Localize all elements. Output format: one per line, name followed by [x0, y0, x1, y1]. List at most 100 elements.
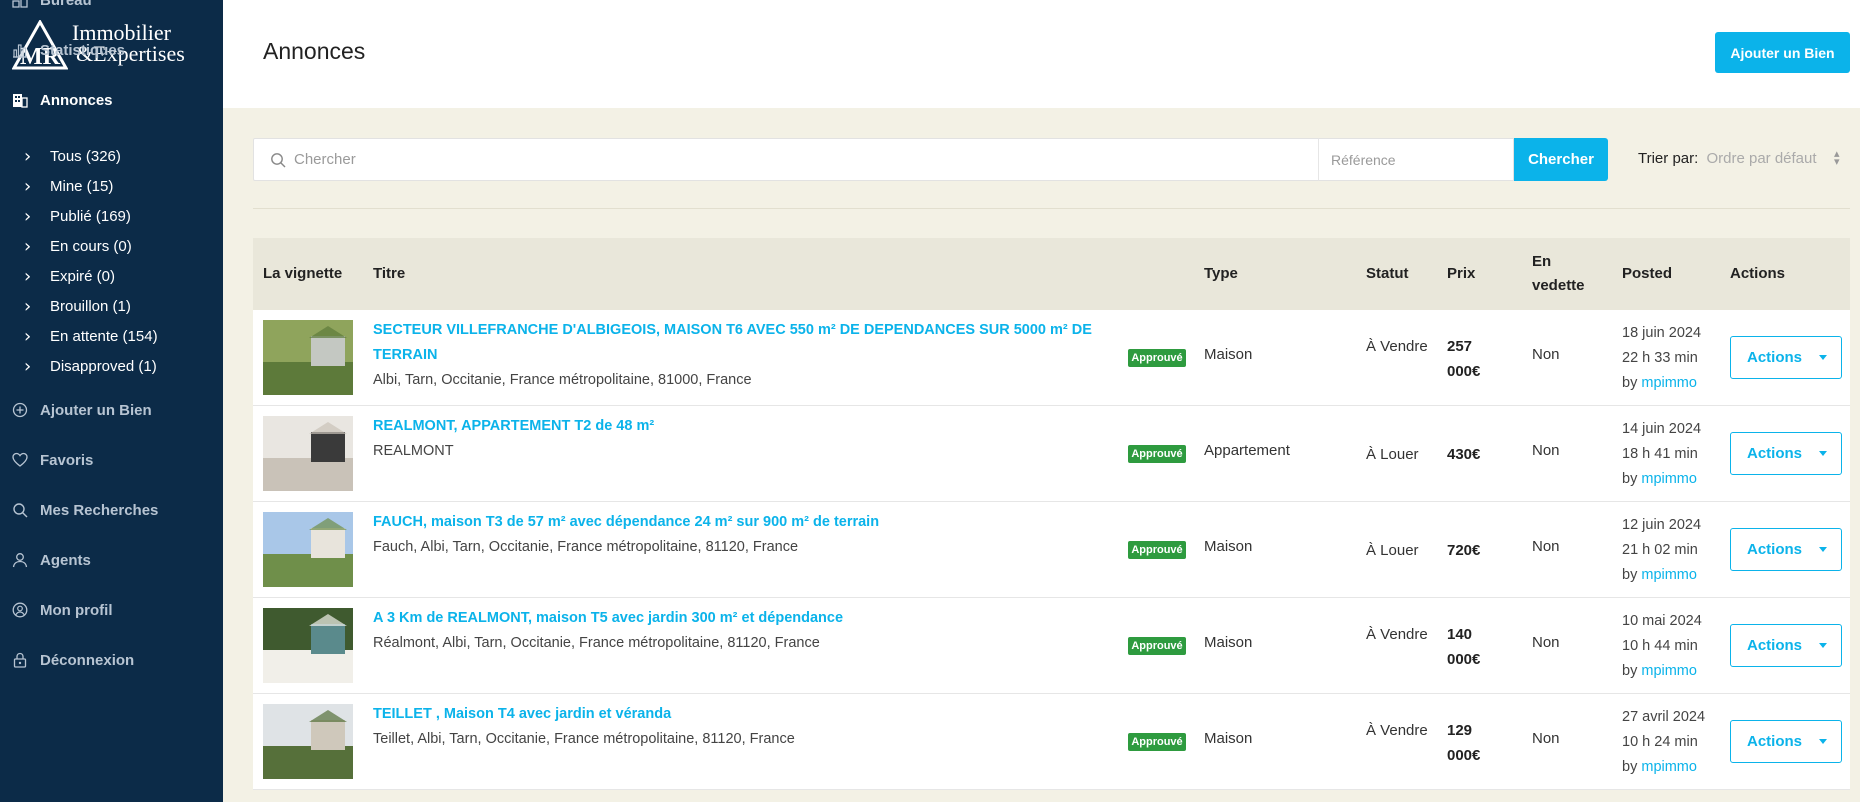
col-thumbnail: La vignette: [263, 265, 343, 282]
chevron-right-icon: ›: [24, 205, 32, 227]
table-row: FAUCH, maison T3 de 57 m² avec dépendanc…: [253, 502, 1850, 598]
author-link[interactable]: mpimmo: [1641, 375, 1697, 391]
sidebar-item-favoris[interactable]: Favoris: [0, 442, 223, 478]
sidebar-subitem[interactable]: › Publié (169): [24, 204, 131, 228]
sidebar-item-ajouter-un-bien[interactable]: Ajouter un Bien: [0, 392, 223, 428]
posted-date: 12 juin 2024: [1622, 517, 1702, 533]
listing-thumbnail[interactable]: [263, 320, 353, 395]
sort-select[interactable]: Trier par: Ordre par défaut: [1638, 150, 1817, 167]
sidebar-item-bureau[interactable]: Bureau: [0, 0, 223, 18]
status-badge: Approuvé: [1128, 637, 1186, 655]
posted-time: 21 h 02 min: [1622, 542, 1698, 558]
sidebar-subitem[interactable]: › Brouillon (1): [24, 294, 131, 318]
reference-input[interactable]: [1331, 139, 1511, 180]
sidebar-item-label: Déconnexion: [40, 651, 135, 669]
sidebar-subitem[interactable]: › En cours (0): [24, 234, 132, 258]
listing-type: Maison: [1204, 538, 1253, 555]
search-icon: [12, 502, 28, 518]
sidebar-item-label: Bureau: [40, 0, 92, 9]
user-icon: [12, 552, 28, 568]
sidebar-subitem-label: Disapproved (1): [50, 357, 157, 375]
sidebar-subitem[interactable]: › Tous (326): [24, 144, 121, 168]
sidebar-subitem-label: Brouillon (1): [50, 297, 131, 315]
sidebar-subitem[interactable]: › Mine (15): [24, 174, 113, 198]
listing-status: À Vendre: [1366, 338, 1428, 355]
posted-by-prefix: by: [1622, 567, 1638, 583]
posted-by-prefix: by: [1622, 663, 1638, 679]
chevron-right-icon: ›: [24, 355, 32, 377]
search-input[interactable]: [294, 139, 1314, 180]
sidebar-item-label: Agents: [40, 551, 91, 569]
sidebar-item-mes-recherches[interactable]: Mes Recherches: [0, 492, 223, 528]
sort-value: Ordre par défaut: [1706, 150, 1817, 167]
listing-price: 430€: [1447, 446, 1481, 463]
search-button[interactable]: Chercher: [1514, 138, 1608, 181]
actions-dropdown-button[interactable]: Actions: [1730, 528, 1842, 571]
sidebar-subitem-label: Expiré (0): [50, 267, 116, 285]
actions-label: Actions: [1747, 733, 1803, 750]
posted-date: 27 avril 2024: [1622, 709, 1706, 725]
sidebar-subitem-label: Tous (326): [50, 147, 121, 165]
chevron-right-icon: ›: [24, 265, 32, 287]
listing-posted: 12 juin 2024 21 h 02 min by mpimmo: [1622, 513, 1701, 588]
listing-status: À Vendre: [1366, 722, 1428, 739]
posted-date: 14 juin 2024: [1622, 421, 1702, 437]
page-title: Annonces: [263, 38, 366, 64]
listing-type: Maison: [1204, 634, 1253, 651]
sidebar-subitem[interactable]: › Disapproved (1): [24, 354, 157, 378]
sidebar-item-mon-profil[interactable]: Mon profil: [0, 592, 223, 628]
listing-price: 720€: [1447, 542, 1481, 559]
sidebar-item-label: Statistiques: [40, 41, 126, 59]
listing-posted: 27 avril 2024 10 h 24 min by mpimmo: [1622, 705, 1705, 780]
posted-time: 22 h 33 min: [1622, 350, 1698, 366]
listing-thumbnail[interactable]: [263, 608, 353, 683]
author-link[interactable]: mpimmo: [1641, 567, 1697, 583]
listing-type: Appartement: [1204, 442, 1290, 459]
listing-title-link[interactable]: TEILLET , Maison T4 avec jardin et véran…: [373, 702, 1093, 727]
listing-type: Maison: [1204, 346, 1253, 363]
listing-thumbnail[interactable]: [263, 704, 353, 779]
status-badge: Approuvé: [1128, 541, 1186, 559]
listing-title-link[interactable]: A 3 Km de REALMONT, maison T5 avec jardi…: [373, 606, 1093, 631]
author-link[interactable]: mpimmo: [1641, 759, 1697, 775]
listing-title-link[interactable]: FAUCH, maison T3 de 57 m² avec dépendanc…: [373, 510, 1093, 535]
posted-by: by mpimmo: [1622, 755, 1705, 780]
sidebar-subitem[interactable]: › Expiré (0): [24, 264, 115, 288]
listing-posted: 10 mai 2024 10 h 44 min by mpimmo: [1622, 609, 1702, 684]
listing-title-link[interactable]: SECTEUR VILLEFRANCHE D'ALBIGEOIS, MAISON…: [373, 318, 1093, 368]
sidebar-item-statistiques[interactable]: Statistiques: [0, 32, 223, 68]
col-featured: En vedette: [1532, 238, 1585, 310]
actions-dropdown-button[interactable]: Actions: [1730, 432, 1842, 475]
sidebar-item-label: Mes Recherches: [40, 501, 159, 519]
sidebar-item-d-connexion[interactable]: Déconnexion: [0, 642, 223, 678]
caret-down-icon: [1819, 739, 1827, 744]
sidebar-subitem[interactable]: › En attente (154): [24, 324, 158, 348]
sidebar-item-annonces[interactable]: Annonces: [0, 82, 223, 118]
sort-arrows-icon[interactable]: ▴ ▾: [1834, 148, 1840, 167]
status-badge: Approuvé: [1128, 733, 1186, 751]
posted-by: by mpimmo: [1622, 659, 1702, 684]
actions-dropdown-button[interactable]: Actions: [1730, 336, 1842, 379]
sidebar: MR Immobilier &Expertises Bureau Statisti…: [0, 0, 223, 802]
posted-time: 18 h 41 min: [1622, 446, 1698, 462]
posted-time: 10 h 24 min: [1622, 734, 1698, 750]
listing-status: À Vendre: [1366, 626, 1428, 643]
author-link[interactable]: mpimmo: [1641, 663, 1697, 679]
bar-chart-icon: [12, 42, 28, 58]
search-box: [253, 138, 1320, 181]
chevron-right-icon: ›: [24, 295, 32, 317]
listing-thumbnail[interactable]: [263, 512, 353, 587]
actions-dropdown-button[interactable]: Actions: [1730, 624, 1842, 667]
sidebar-subitem-label: Publié (169): [50, 207, 131, 225]
author-link[interactable]: mpimmo: [1641, 471, 1697, 487]
listing-thumbnail[interactable]: [263, 416, 353, 491]
listing-title-link[interactable]: REALMONT, APPARTEMENT T2 de 48 m²: [373, 414, 1093, 439]
posted-by: by mpimmo: [1622, 371, 1701, 396]
actions-dropdown-button[interactable]: Actions: [1730, 720, 1842, 763]
col-featured-line1: En: [1532, 253, 1552, 270]
listing-address: Réalmont, Albi, Tarn, Occitanie, France …: [373, 635, 820, 651]
col-title: Titre: [373, 265, 406, 282]
add-property-button[interactable]: Ajouter un Bien: [1715, 32, 1850, 73]
sidebar-item-agents[interactable]: Agents: [0, 542, 223, 578]
actions-label: Actions: [1747, 541, 1803, 558]
